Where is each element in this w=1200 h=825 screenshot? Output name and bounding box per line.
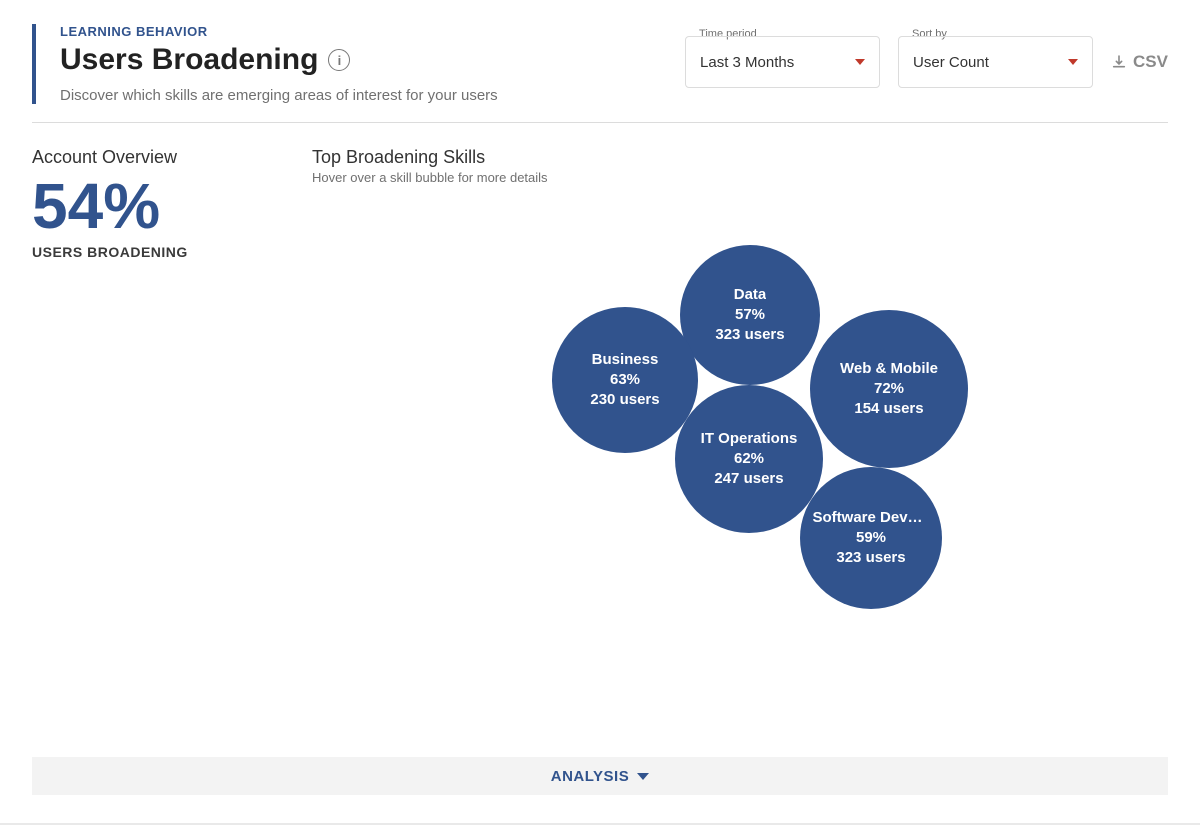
bubble-users: 323 users bbox=[715, 325, 784, 345]
bubble-percent: 59% bbox=[856, 528, 886, 548]
header-controls: Time period Last 3 Months Sort by User C… bbox=[685, 36, 1168, 88]
page: LEARNING BEHAVIOR Users Broadening i Dis… bbox=[0, 0, 1200, 825]
bubble-name: Web & Mobile bbox=[840, 359, 938, 379]
bubble-name: Data bbox=[734, 285, 767, 305]
bubble-data[interactable]: Data 57% 323 users bbox=[680, 245, 820, 385]
bubble-percent: 63% bbox=[610, 370, 640, 390]
account-overview-percent: 54% bbox=[32, 174, 272, 238]
bubble-percent: 72% bbox=[874, 379, 904, 399]
analysis-label: ANALYSIS bbox=[551, 768, 629, 785]
bubble-name: Business bbox=[592, 350, 659, 370]
account-overview: Account Overview 54% USERS BROADENING bbox=[32, 147, 272, 675]
account-overview-title: Account Overview bbox=[32, 147, 272, 168]
download-icon bbox=[1111, 54, 1127, 70]
header-left: LEARNING BEHAVIOR Users Broadening i Dis… bbox=[32, 24, 498, 104]
sort-by-value: User Count bbox=[913, 54, 989, 71]
chart-subtitle: Hover over a skill bubble for more detai… bbox=[312, 170, 1168, 185]
bubble-users: 247 users bbox=[714, 469, 783, 489]
chevron-down-icon bbox=[637, 773, 649, 780]
chart-title: Top Broadening Skills bbox=[312, 147, 1168, 168]
bubble-name: Software Devel... bbox=[813, 508, 930, 528]
sort-by-field: Sort by User Count bbox=[898, 36, 1093, 88]
bubble-business[interactable]: Business 63% 230 users bbox=[552, 307, 698, 453]
bubble-users: 154 users bbox=[854, 399, 923, 419]
sort-by-select[interactable]: User Count bbox=[898, 36, 1093, 88]
title-wrap: Users Broadening i bbox=[60, 43, 498, 77]
chevron-down-icon bbox=[855, 59, 865, 65]
chart-area: Top Broadening Skills Hover over a skill… bbox=[312, 147, 1168, 675]
download-csv-button[interactable]: CSV bbox=[1111, 52, 1168, 72]
bubble-name: IT Operations bbox=[701, 429, 798, 449]
time-period-field: Time period Last 3 Months bbox=[685, 36, 880, 88]
page-header: LEARNING BEHAVIOR Users Broadening i Dis… bbox=[32, 24, 1168, 104]
bubble-it-operations[interactable]: IT Operations 62% 247 users bbox=[675, 385, 823, 533]
account-overview-caption: USERS BROADENING bbox=[32, 244, 272, 260]
analysis-expand-button[interactable]: ANALYSIS bbox=[32, 757, 1168, 795]
bubble-chart: Data 57% 323 users Business 63% 230 user… bbox=[480, 245, 1000, 675]
category-label: LEARNING BEHAVIOR bbox=[60, 24, 498, 39]
csv-label: CSV bbox=[1133, 52, 1168, 72]
page-subtitle: Discover which skills are emerging areas… bbox=[60, 87, 498, 104]
bubble-users: 323 users bbox=[836, 548, 905, 568]
info-icon[interactable]: i bbox=[328, 49, 350, 71]
bubble-percent: 57% bbox=[735, 305, 765, 325]
bubble-users: 230 users bbox=[590, 390, 659, 410]
bubble-software-development[interactable]: Software Devel... 59% 323 users bbox=[800, 467, 942, 609]
chevron-down-icon bbox=[1068, 59, 1078, 65]
time-period-select[interactable]: Last 3 Months bbox=[685, 36, 880, 88]
bubble-percent: 62% bbox=[734, 449, 764, 469]
page-title: Users Broadening bbox=[60, 43, 318, 77]
header-divider bbox=[32, 122, 1168, 123]
time-period-value: Last 3 Months bbox=[700, 54, 794, 71]
body: Account Overview 54% USERS BROADENING To… bbox=[32, 147, 1168, 675]
bubble-web-mobile[interactable]: Web & Mobile 72% 154 users bbox=[810, 310, 968, 468]
